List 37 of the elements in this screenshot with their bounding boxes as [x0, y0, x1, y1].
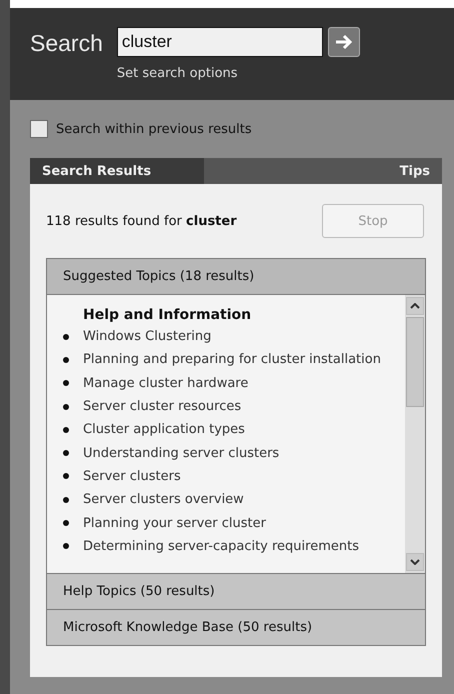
search-label: Search [30, 30, 103, 58]
section-header[interactable]: Help Topics (50 results) [47, 573, 425, 609]
topic-link[interactable]: Cluster application types [83, 422, 245, 438]
section-header[interactable]: Suggested Topics (18 results) [47, 258, 425, 294]
chevron-down-icon [410, 559, 420, 565]
scrollbar[interactable] [405, 295, 425, 573]
bullet-icon [63, 543, 69, 550]
topic-link[interactable]: Server clusters overview [83, 492, 244, 508]
topic-link[interactable]: Server clusters [83, 468, 181, 484]
arrow-right-icon [334, 33, 354, 51]
list-heading: Help and Information [83, 307, 252, 323]
topic-link[interactable]: Planning your server cluster [83, 516, 266, 531]
topic-link[interactable]: Understanding server clusters [83, 446, 280, 461]
bullet-icon [63, 473, 69, 480]
search-field[interactable]: cluster [116, 27, 323, 57]
bullet-icon [63, 334, 69, 340]
bullet-icon [63, 380, 69, 386]
checkbox[interactable] [30, 120, 48, 138]
topic-link[interactable]: Server cluster resources [83, 399, 242, 414]
search-options-link[interactable]: Set search options [116, 66, 360, 81]
section-header[interactable]: Microsoft Knowledge Base (50 results) [47, 609, 425, 645]
bullet-icon [63, 356, 69, 363]
bullet-icon [63, 426, 69, 433]
bullet-icon [63, 404, 69, 410]
chevron-up-icon [410, 303, 420, 309]
topic-link[interactable]: Determining server-capacity requirements [83, 538, 359, 554]
bullet-icon [63, 520, 69, 526]
checkbox-label: Search within previous results [56, 122, 252, 136]
topic-link[interactable]: Windows Clustering [83, 329, 212, 344]
results-summary: 118 results found for cluster [46, 214, 237, 228]
go-button[interactable] [328, 27, 360, 57]
bullet-icon [63, 450, 69, 456]
tab[interactable]: Tips [388, 158, 442, 184]
topic-link[interactable]: Planning and preparing for cluster installation [83, 352, 381, 368]
bullet-icon [63, 496, 69, 503]
topic-link[interactable]: Manage cluster hardware [83, 376, 248, 391]
tab[interactable]: Search Results [30, 158, 204, 184]
